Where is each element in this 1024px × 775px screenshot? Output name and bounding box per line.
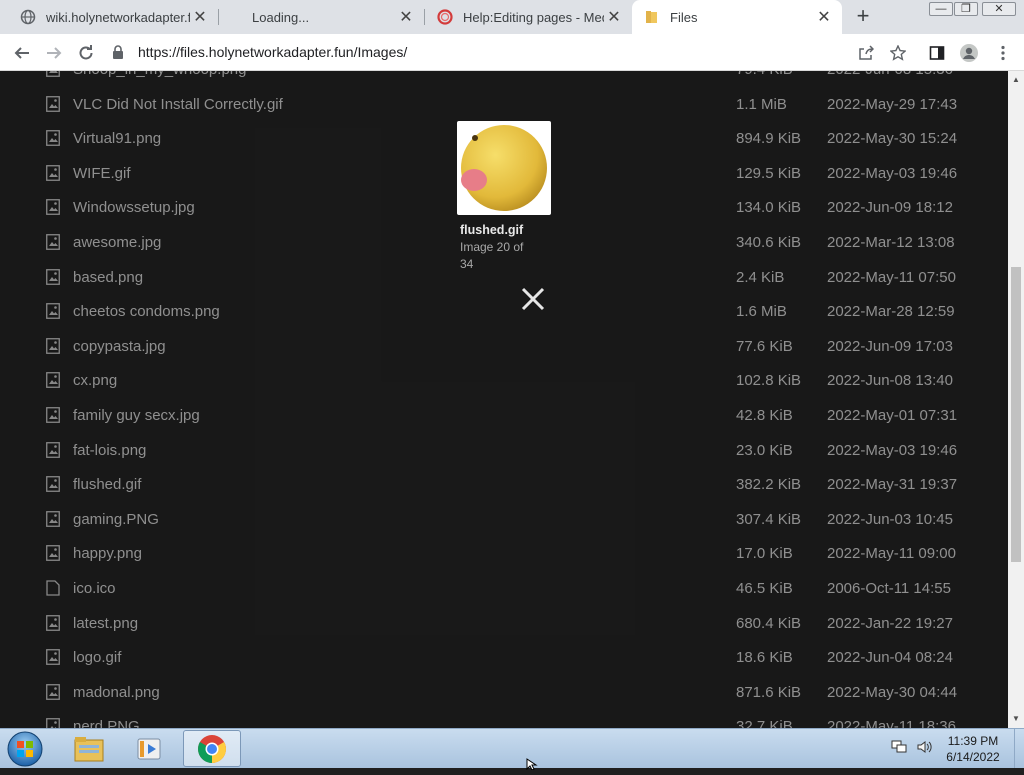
close-tab-icon[interactable]: ✕: [190, 7, 210, 27]
chrome-icon: [198, 734, 226, 763]
show-desktop-button[interactable]: [1014, 729, 1024, 768]
flushed-emoji-image: [461, 125, 547, 211]
tab-strip: wiki.holynetworkadapter.fun ✕ Loading...…: [0, 0, 1024, 34]
tab-loading[interactable]: Loading... ✕: [219, 0, 424, 34]
windows-logo-icon: [7, 731, 43, 767]
system-tray: [890, 739, 934, 759]
forward-button[interactable]: [43, 42, 65, 64]
folder-icon: [74, 736, 104, 761]
windows-taskbar: 11:39 PM 6/14/2022: [0, 728, 1024, 768]
tab-title: Loading...: [252, 9, 310, 25]
globe-icon: [20, 9, 36, 25]
taskbar-chrome[interactable]: [183, 730, 241, 767]
lock-icon: [112, 45, 126, 59]
lightbox-filename: flushed.gif: [460, 223, 524, 237]
forward-arrow-icon: [47, 47, 62, 59]
lightbox-image[interactable]: [457, 121, 551, 215]
folder-icon: [644, 9, 660, 25]
reload-icon: [79, 45, 93, 60]
mouse-cursor-icon: [526, 757, 538, 775]
lightbox-counter: Image 20 of 34: [460, 240, 524, 271]
volume-icon[interactable]: [916, 739, 934, 760]
tab-wiki[interactable]: wiki.holynetworkadapter.fun ✕: [8, 0, 218, 34]
close-tab-icon[interactable]: ✕: [396, 7, 416, 27]
share-button[interactable]: [855, 42, 877, 64]
url-text: https://files.holynetworkadapter.fun/Ima…: [138, 44, 408, 60]
bookmark-button[interactable]: [887, 42, 909, 64]
clock-date: 6/14/2022: [946, 750, 1000, 764]
kebab-menu-icon: [1001, 45, 1005, 61]
share-icon: [859, 45, 874, 60]
minimize-button[interactable]: —: [929, 2, 953, 16]
taskbar-explorer[interactable]: [60, 730, 118, 767]
address-bar[interactable]: https://files.holynetworkadapter.fun/Ima…: [112, 38, 902, 66]
scroll-down-arrow[interactable]: ▼: [1011, 714, 1021, 724]
side-panel-icon: [929, 46, 945, 60]
tab-title: Help:Editing pages - MediaWiki: [463, 9, 604, 25]
profile-button[interactable]: [958, 42, 980, 64]
network-icon[interactable]: [890, 739, 908, 760]
browser-toolbar: https://files.holynetworkadapter.fun/Ima…: [0, 34, 1024, 71]
scroll-up-arrow[interactable]: ▲: [1011, 75, 1021, 85]
side-panel-button[interactable]: [926, 42, 948, 64]
menu-button[interactable]: [992, 42, 1014, 64]
tab-mediawiki-help[interactable]: Help:Editing pages - MediaWiki ✕: [425, 0, 632, 34]
start-button[interactable]: [6, 730, 44, 768]
star-icon: [890, 45, 906, 61]
close-icon: [521, 287, 545, 311]
clock-time: 11:39 PM: [947, 734, 999, 748]
avatar-icon: [960, 44, 978, 62]
page-scrollbar[interactable]: ▲ ▼: [1008, 71, 1024, 728]
tab-files[interactable]: Files ✕: [632, 0, 842, 34]
close-tab-icon[interactable]: ✕: [604, 7, 624, 27]
back-button[interactable]: [11, 42, 33, 64]
reload-button[interactable]: [75, 42, 97, 64]
maximize-button[interactable]: ❐: [954, 2, 978, 16]
taskbar-media-player[interactable]: [121, 730, 179, 767]
back-arrow-icon: [14, 47, 29, 59]
close-window-button[interactable]: ✕: [982, 2, 1016, 16]
tab-title: wiki.holynetworkadapter.fun: [46, 9, 190, 25]
media-player-icon: [137, 738, 161, 759]
scroll-thumb[interactable]: [1011, 267, 1021, 562]
tab-title: Files: [670, 9, 698, 25]
file-listing-page: Snoop_in_my_whoop.png79.4 KiB2022-Jun-08…: [0, 71, 1008, 728]
close-tab-icon[interactable]: ✕: [814, 7, 834, 27]
lightbox-close-button[interactable]: [518, 284, 548, 314]
new-tab-button[interactable]: +: [852, 5, 874, 28]
mediawiki-icon: [437, 9, 453, 25]
taskbar-clock[interactable]: 11:39 PM 6/14/2022: [944, 733, 1002, 765]
